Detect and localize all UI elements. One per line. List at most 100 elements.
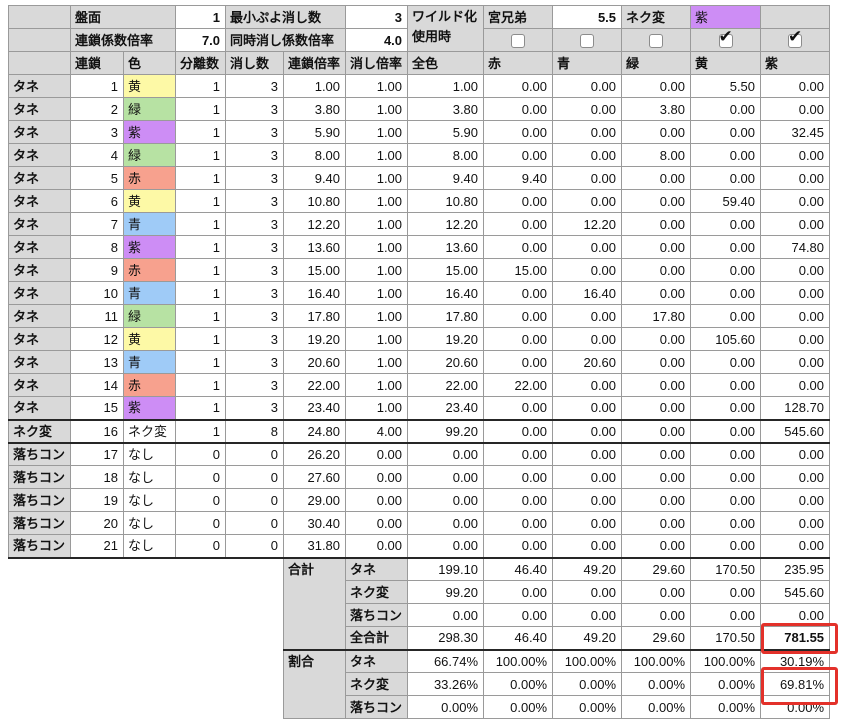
cell-purple[interactable]: 0.00 [760, 189, 831, 213]
cell-clear-multiplier[interactable]: 1.00 [345, 212, 409, 236]
summary-ratio-green[interactable]: 100.00% [621, 648, 692, 673]
cell-chain-multiplier[interactable]: 22.00 [283, 373, 347, 397]
cell-separation-count[interactable]: 0 [175, 465, 227, 489]
cell-green[interactable]: 0.00 [621, 74, 692, 98]
cell-chain-number[interactable]: 3 [70, 120, 124, 144]
cell-purple[interactable]: 128.70 [760, 396, 831, 420]
cell-chain-multiplier[interactable]: 31.80 [283, 534, 347, 559]
cell-purple[interactable]: 0.00 [760, 465, 831, 489]
cell-chain-multiplier[interactable]: 24.80 [283, 418, 347, 443]
cell-chain-multiplier[interactable]: 9.40 [283, 166, 347, 190]
cell-all-colors[interactable]: 20.60 [407, 350, 485, 374]
cell-all-colors[interactable]: 5.90 [407, 120, 485, 144]
summary-total-yellow[interactable]: 0.00 [690, 580, 762, 604]
cell-purple[interactable]: 0.00 [760, 511, 831, 535]
summary-total-all-colors[interactable]: 99.20 [407, 580, 485, 604]
cell-green[interactable]: 0.00 [621, 212, 692, 236]
cell-red[interactable]: 0.00 [483, 418, 554, 443]
cell-all-colors[interactable]: 23.40 [407, 396, 485, 420]
cell-chain-multiplier[interactable]: 12.20 [283, 212, 347, 236]
cell-color[interactable]: ネク変 [122, 418, 177, 443]
cell-separation-count[interactable]: 1 [175, 258, 227, 282]
summary-ratio-all-colors[interactable]: 66.74% [407, 648, 485, 673]
cell-clear-count[interactable]: 3 [225, 396, 285, 420]
cell-green[interactable]: 0.00 [621, 418, 692, 443]
cell-color[interactable]: 紫 [122, 120, 177, 144]
cell-clear-multiplier[interactable]: 1.00 [345, 143, 409, 167]
cell-chain-number[interactable]: 10 [70, 281, 124, 305]
cell-purple[interactable]: 0.00 [760, 373, 831, 397]
cell-purple[interactable]: 0.00 [760, 327, 831, 351]
cell-yellow[interactable]: 59.40 [690, 189, 762, 213]
summary-total-blue[interactable]: 49.20 [552, 557, 623, 581]
cell-yellow[interactable]: 0.00 [690, 143, 762, 167]
summary-total-green[interactable]: 29.60 [621, 557, 692, 581]
cell-clear-multiplier[interactable]: 0.00 [345, 534, 409, 559]
summary-total-all-colors[interactable]: 298.30 [407, 626, 485, 650]
cell-red[interactable]: 0.00 [483, 235, 554, 259]
cell-blue[interactable]: 0.00 [552, 488, 623, 512]
cell-clear-multiplier[interactable]: 1.00 [345, 120, 409, 144]
cell-all-colors[interactable]: 0.00 [407, 511, 485, 535]
cell-blue[interactable]: 0.00 [552, 189, 623, 213]
cell-color[interactable]: なし [122, 534, 177, 559]
cell-chain-number[interactable]: 17 [70, 441, 124, 466]
summary-total-red[interactable]: 0.00 [483, 580, 554, 604]
cell-chain-number[interactable]: 9 [70, 258, 124, 282]
cell-red[interactable]: 0.00 [483, 189, 554, 213]
cell-chain-number[interactable]: 16 [70, 418, 124, 443]
cell-separation-count[interactable]: 0 [175, 511, 227, 535]
cell-blue[interactable]: 16.40 [552, 281, 623, 305]
summary-ratio-blue[interactable]: 0.00% [552, 695, 623, 719]
cell-green[interactable]: 3.80 [621, 97, 692, 121]
cell-red[interactable]: 0.00 [483, 396, 554, 420]
cell-clear-count[interactable]: 0 [225, 465, 285, 489]
cell-green[interactable]: 17.80 [621, 304, 692, 328]
cell-chain-multiplier[interactable]: 26.20 [283, 441, 347, 466]
summary-total-green[interactable]: 29.60 [621, 626, 692, 650]
cell-clear-multiplier[interactable]: 1.00 [345, 97, 409, 121]
cell-separation-count[interactable]: 1 [175, 189, 227, 213]
cell-yellow[interactable]: 0.00 [690, 97, 762, 121]
summary-total-yellow[interactable]: 170.50 [690, 557, 762, 581]
cell-chain-multiplier[interactable]: 23.40 [283, 396, 347, 420]
cell-color[interactable]: 緑 [122, 97, 177, 121]
cell-clear-count[interactable]: 0 [225, 441, 285, 466]
cell-separation-count[interactable]: 1 [175, 212, 227, 236]
summary-total-blue[interactable]: 49.20 [552, 626, 623, 650]
cell-red[interactable]: 22.00 [483, 373, 554, 397]
cell-color[interactable]: 青 [122, 281, 177, 305]
cell-blue[interactable]: 0.00 [552, 418, 623, 443]
cell-blue[interactable]: 0.00 [552, 258, 623, 282]
min-clear-value-cell[interactable]: 3 [345, 5, 409, 29]
board-value-cell[interactable]: 1 [175, 5, 227, 29]
cell-red[interactable]: 15.00 [483, 258, 554, 282]
cell-yellow[interactable]: 0.00 [690, 488, 762, 512]
cell-red[interactable]: 0.00 [483, 304, 554, 328]
cell-red[interactable]: 0.00 [483, 488, 554, 512]
cell-color[interactable]: 青 [122, 350, 177, 374]
cell-all-colors[interactable]: 12.20 [407, 212, 485, 236]
cell-green[interactable]: 0.00 [621, 235, 692, 259]
cell-clear-count[interactable]: 3 [225, 327, 285, 351]
cell-separation-count[interactable]: 1 [175, 327, 227, 351]
cell-color[interactable]: なし [122, 441, 177, 466]
cell-yellow[interactable]: 0.00 [690, 212, 762, 236]
cell-green[interactable]: 0.00 [621, 258, 692, 282]
cell-clear-multiplier[interactable]: 1.00 [345, 327, 409, 351]
cell-chain-number[interactable]: 2 [70, 97, 124, 121]
cell-color[interactable]: 黄 [122, 189, 177, 213]
summary-total-purple[interactable]: 545.60 [760, 580, 831, 604]
cell-all-colors[interactable]: 15.00 [407, 258, 485, 282]
summary-total-all-colors[interactable]: 199.10 [407, 557, 485, 581]
cell-separation-count[interactable]: 0 [175, 534, 227, 559]
cell-color[interactable]: 緑 [122, 304, 177, 328]
cell-red[interactable]: 0.00 [483, 441, 554, 466]
cell-color[interactable]: 緑 [122, 143, 177, 167]
cell-color[interactable]: 黄 [122, 74, 177, 98]
cell-red[interactable]: 0.00 [483, 120, 554, 144]
summary-ratio-blue[interactable]: 100.00% [552, 648, 623, 673]
cell-yellow[interactable]: 0.00 [690, 465, 762, 489]
cell-blue[interactable]: 0.00 [552, 304, 623, 328]
cell-blue[interactable]: 0.00 [552, 441, 623, 466]
